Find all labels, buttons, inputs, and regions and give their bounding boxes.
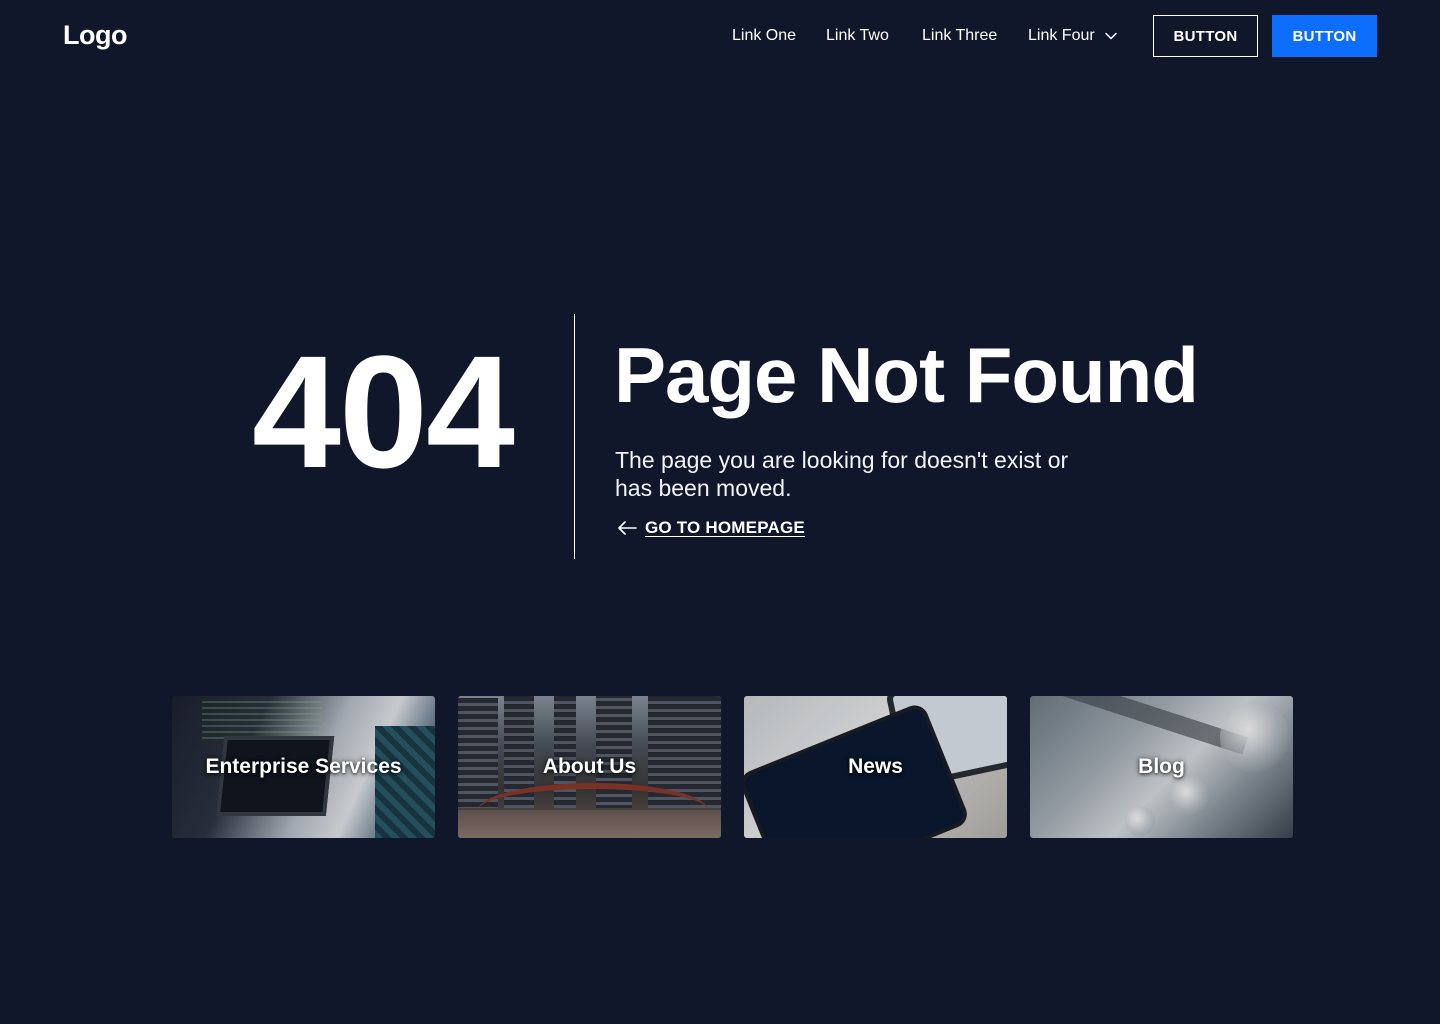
nav-dropdown-link-four[interactable]: Link Four	[1028, 24, 1118, 48]
card-blog[interactable]: Blog	[1030, 696, 1293, 838]
page-title: Page Not Found	[614, 331, 1199, 419]
nav-dropdown-label: Link Four	[1028, 27, 1095, 44]
nav-link-three[interactable]: Link Three	[922, 24, 997, 48]
card-label: News	[848, 755, 903, 778]
card-label: Enterprise Services	[205, 755, 402, 778]
error-message: The page you are looking for doesn't exi…	[615, 447, 1069, 501]
nav-link-one[interactable]: Link One	[732, 24, 796, 48]
navbar: Logo Link One Link Two Link Three Link F…	[0, 0, 1440, 72]
go-to-homepage-label: GO TO HOMEPAGE	[645, 518, 805, 537]
go-to-homepage-link[interactable]: GO TO HOMEPAGE	[616, 518, 805, 538]
card-about-us[interactable]: About Us	[458, 696, 721, 838]
logo[interactable]: Logo	[63, 18, 127, 52]
card-label: About Us	[542, 755, 637, 778]
arrow-left-icon	[618, 521, 637, 535]
not-found-page: Logo Link One Link Two Link Three Link F…	[0, 0, 1440, 1024]
secondary-button[interactable]: BUTTON	[1153, 15, 1258, 57]
nav-link-two[interactable]: Link Two	[826, 24, 889, 48]
card-enterprise-services[interactable]: Enterprise Services	[172, 696, 435, 838]
card-label: Blog	[1138, 755, 1185, 778]
vertical-divider	[574, 314, 575, 559]
chevron-down-icon	[1104, 32, 1117, 40]
primary-button[interactable]: BUTTON	[1272, 15, 1377, 57]
card-news[interactable]: News	[744, 696, 1007, 838]
error-code: 404	[252, 322, 515, 501]
